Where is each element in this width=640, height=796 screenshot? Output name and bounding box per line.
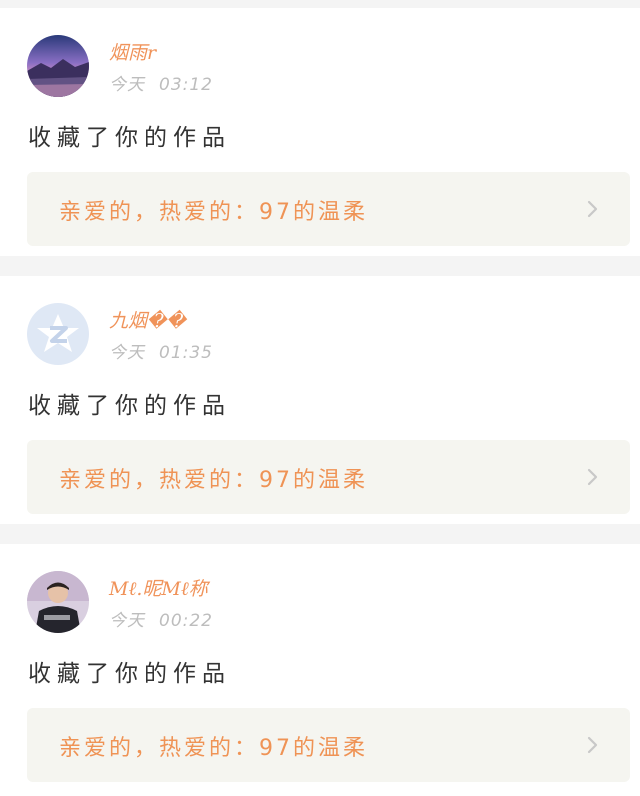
notification-card: 九烟�� 今天 01:35 收藏了你的作品 亲爱的，热爱的：97的温柔 <box>0 276 640 524</box>
timestamp-day: 今天 <box>109 611 145 631</box>
person-photo-avatar-icon <box>27 571 89 633</box>
timestamp-time: 01:35 <box>159 343 213 363</box>
notification-card: Mℓ.昵Mℓ称 今天 00:22 收藏了你的作品 亲爱的，热爱的：97的温柔 <box>0 544 640 796</box>
user-avatar[interactable] <box>27 35 89 97</box>
timestamp: 今天 00:22 <box>109 606 213 631</box>
user-avatar[interactable] <box>27 571 89 633</box>
chevron-right-icon <box>582 735 602 755</box>
notification-card: 烟雨r 今天 03:12 收藏了你的作品 亲爱的，热爱的：97的温柔 <box>0 8 640 256</box>
username[interactable]: 九烟�� <box>109 306 186 333</box>
username[interactable]: 烟雨r <box>109 38 156 65</box>
timestamp-day: 今天 <box>109 75 145 95</box>
chevron-right-icon <box>582 199 602 219</box>
qq-default-avatar-icon <box>27 303 89 365</box>
username[interactable]: Mℓ.昵Mℓ称 <box>109 574 208 601</box>
work-title: 亲爱的，热爱的：97的温柔 <box>59 200 368 225</box>
work-link[interactable]: 亲爱的，热爱的：97的温柔 <box>27 708 630 782</box>
timestamp: 今天 03:12 <box>109 70 213 95</box>
work-link[interactable]: 亲爱的，热爱的：97的温柔 <box>27 440 630 514</box>
work-title: 亲爱的，热爱的：97的温柔 <box>59 468 368 493</box>
timestamp-day: 今天 <box>109 343 145 363</box>
timestamp-time: 00:22 <box>159 611 213 631</box>
user-avatar[interactable] <box>27 303 89 365</box>
work-title: 亲爱的，热爱的：97的温柔 <box>59 736 368 761</box>
action-text: 收藏了你的作品 <box>28 661 231 687</box>
aurora-landscape-avatar-icon <box>27 35 89 97</box>
notification-feed: 烟雨r 今天 03:12 收藏了你的作品 亲爱的，热爱的：97的温柔 九烟�� 今… <box>0 0 640 796</box>
action-text: 收藏了你的作品 <box>28 125 231 151</box>
timestamp: 今天 01:35 <box>109 338 213 363</box>
work-link[interactable]: 亲爱的，热爱的：97的温柔 <box>27 172 630 246</box>
chevron-right-icon <box>582 467 602 487</box>
action-text: 收藏了你的作品 <box>28 393 231 419</box>
timestamp-time: 03:12 <box>159 75 213 95</box>
